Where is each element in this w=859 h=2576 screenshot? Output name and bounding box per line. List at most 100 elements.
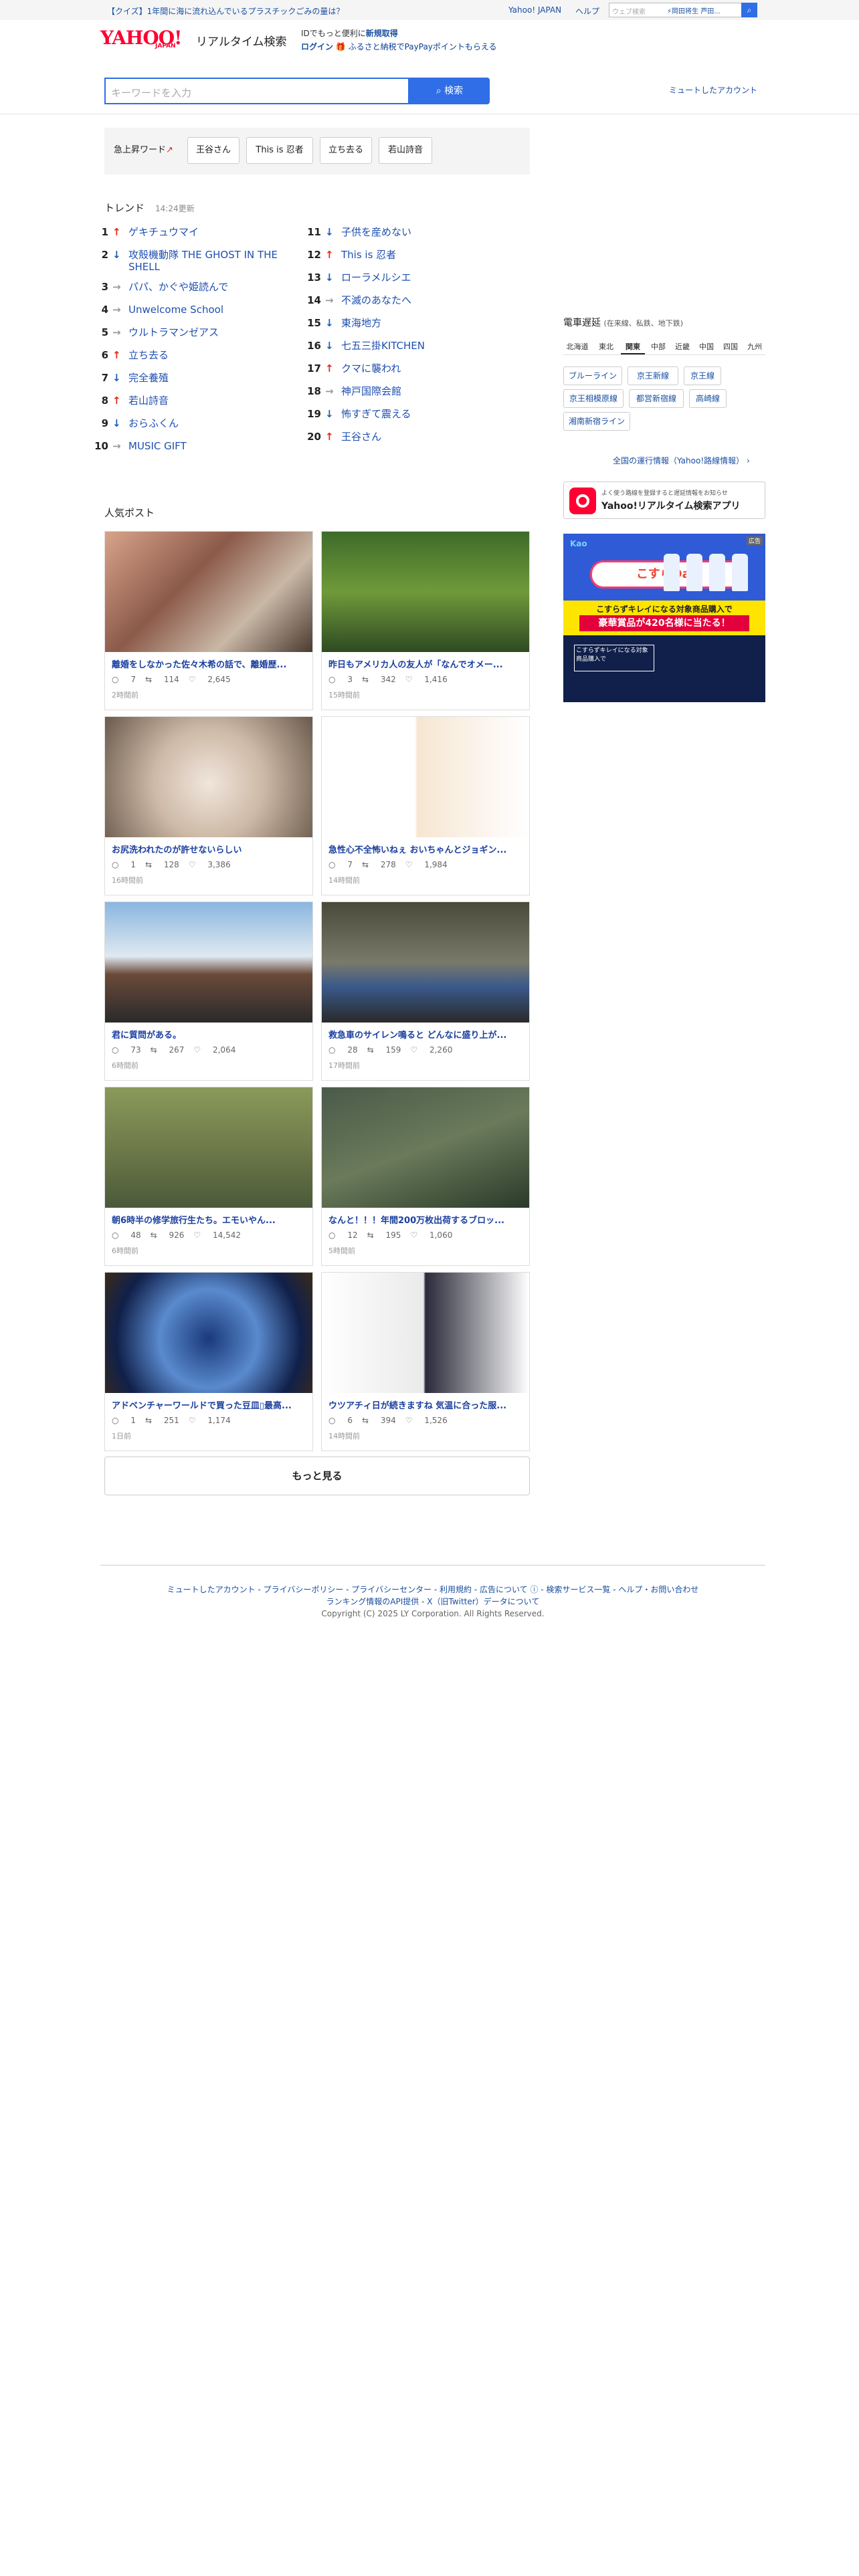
post-title[interactable]: 君に質問がある。 (112, 1028, 307, 1041)
trend-word[interactable]: 完全養殖 (128, 372, 302, 384)
trend-word[interactable]: Unwelcome School (128, 304, 302, 316)
region-tab[interactable]: 四国 (720, 340, 741, 354)
muted-accounts-link[interactable]: ミュートしたアカウント (669, 84, 757, 96)
post-title[interactable]: 急性心不全怖いねぇ おいちゃんとジョギン... (328, 843, 524, 855)
post-card[interactable]: 君に質問がある。 ○ 73 ⇆ 267 ♡ 2,064 6時間前 (104, 901, 313, 1081)
trend-word[interactable]: 攻殻機動隊 THE GHOST IN THE SHELL (128, 249, 302, 273)
reply-count[interactable]: ○ 12 (328, 1230, 358, 1240)
trend-word[interactable]: MUSIC GIFT (128, 440, 302, 452)
trend-row[interactable]: 19 ↓ 怖すぎて震える (306, 404, 514, 425)
post-image[interactable] (322, 1273, 529, 1393)
more-button[interactable]: もっと見る (104, 1457, 530, 1495)
trend-row[interactable]: 3 → パパ、かぐや姫読んで (94, 277, 301, 298)
surge-chip[interactable]: 立ち去る (320, 137, 372, 164)
post-image[interactable] (105, 1273, 312, 1393)
trend-word[interactable]: 子供を産めない (341, 226, 515, 238)
post-card[interactable]: 救急車のサイレン鳴ると どんなに盛り上が... ○ 28 ⇆ 159 ♡ 2,260 1… (321, 901, 530, 1081)
trend-row[interactable]: 7 ↓ 完全養殖 (94, 368, 301, 389)
trend-word[interactable]: 神戸国際会館 (341, 385, 515, 397)
trend-row[interactable]: 20 ↑ 王谷さん (306, 427, 514, 448)
repost-count[interactable]: ⇆ 342 (362, 675, 396, 684)
trend-word[interactable]: 東海地方 (341, 317, 515, 329)
trend-word[interactable]: 七五三掛KITCHEN (341, 340, 515, 352)
trend-word[interactable]: おらふくん (128, 417, 302, 429)
trend-word[interactable]: ローラメルシエ (341, 272, 515, 284)
delayed-line-chip[interactable]: ブルーライン (563, 366, 622, 385)
register-link[interactable]: 新規取得 (366, 29, 398, 38)
surge-chip[interactable]: 王谷さん (187, 137, 240, 164)
footer-links-row1[interactable]: ミュートしたアカウント - プライバシーポリシー - プライバシーセンター - … (100, 1584, 765, 1596)
delayed-line-chip[interactable]: 京王新線 (628, 366, 678, 385)
web-search-box[interactable]: ウェブ検索 ⚡岡田将生 芦田... ⌕ (609, 3, 757, 17)
trend-word[interactable]: This is 忍者 (341, 249, 515, 261)
trend-row[interactable]: 12 ↑ This is 忍者 (306, 245, 514, 266)
post-card[interactable]: 朝6時半の修学旅行生たち。エモいやん... ○ 48 ⇆ 926 ♡ 14,542 6時… (104, 1087, 313, 1266)
post-image[interactable] (322, 717, 529, 837)
search-button[interactable]: ⌕ 検索 (409, 78, 490, 104)
logo[interactable]: YAHOO! JAPAN リアルタイム検索 (100, 27, 294, 53)
post-image[interactable] (322, 902, 529, 1023)
region-tab[interactable]: 九州 (744, 340, 765, 354)
surge-chip[interactable]: 若山詩音 (379, 137, 432, 164)
repost-count[interactable]: ⇆ 926 (151, 1230, 185, 1240)
post-card[interactable]: 昨日もアメリカ人の友人が「なんでオメー... ○ 3 ⇆ 342 ♡ 1,416 15時… (321, 531, 530, 710)
region-tab[interactable]: 近畿 (672, 340, 693, 354)
like-count[interactable]: ♡ 1,174 (189, 1416, 231, 1425)
reply-count[interactable]: ○ 1 (112, 860, 136, 869)
post-title[interactable]: 離婚をしなかった佐々木希の話で、離婚歴... (112, 657, 307, 670)
trend-word[interactable]: ゲキチュウマイ (128, 226, 302, 238)
repost-count[interactable]: ⇆ 159 (367, 1045, 401, 1055)
post-image[interactable] (105, 717, 312, 837)
post-card[interactable]: 離婚をしなかった佐々木希の話で、離婚歴... ○ 7 ⇆ 114 ♡ 2,645 2時間… (104, 531, 313, 710)
trend-row[interactable]: 14 → 不滅のあなたへ (306, 290, 514, 312)
reply-count[interactable]: ○ 3 (328, 675, 353, 684)
post-image[interactable] (105, 902, 312, 1023)
trend-word[interactable]: 不滅のあなたへ (341, 294, 515, 306)
app-promo-banner[interactable]: よく使う路線を登録すると遅延情報をお知らせ Yahoo!リアルタイム検索アプリ (563, 481, 765, 519)
post-image[interactable] (322, 1087, 529, 1208)
post-title[interactable]: ウツアチィ日が続きますね 気温に合った服... (328, 1398, 524, 1411)
trend-row[interactable]: 18 → 神戸国際会館 (306, 381, 514, 403)
repost-count[interactable]: ⇆ 114 (145, 675, 179, 684)
like-count[interactable]: ♡ 3,386 (189, 860, 231, 869)
trend-row[interactable]: 10 → MUSIC GIFT (94, 436, 301, 457)
trend-row[interactable]: 8 ↑ 若山詩音 (94, 391, 301, 412)
delayed-line-chip[interactable]: 都営新宿線 (629, 389, 684, 408)
like-count[interactable]: ♡ 2,645 (189, 675, 231, 684)
reply-count[interactable]: ○ 1 (112, 1416, 136, 1425)
repost-count[interactable]: ⇆ 195 (367, 1230, 401, 1240)
like-count[interactable]: ♡ 14,542 (193, 1230, 241, 1240)
trend-row[interactable]: 13 ↓ ローラメルシエ (306, 267, 514, 289)
post-card[interactable]: 急性心不全怖いねぇ おいちゃんとジョギン... ○ 7 ⇆ 278 ♡ 1,984 14… (321, 716, 530, 895)
post-card[interactable]: お尻洗われたのが許せないらしい ○ 1 ⇆ 128 ♡ 3,386 16時間前 (104, 716, 313, 895)
furusato-link[interactable]: 🎁 ふるさと納税でPayPayポイントもらえる (336, 42, 497, 51)
post-title[interactable]: 昨日もアメリカ人の友人が「なんでオメー... (328, 657, 524, 670)
repost-count[interactable]: ⇆ 278 (362, 860, 396, 869)
trend-word[interactable]: パパ、かぐや姫読んで (128, 281, 302, 293)
like-count[interactable]: ♡ 1,416 (405, 675, 448, 684)
all-rail-info-link[interactable]: 全国の運行情報（Yahoo!路線情報） › (613, 455, 750, 466)
post-card[interactable]: アドベンチャーワールドで買った豆皿▯最高... ○ 1 ⇆ 251 ♡ 1,174 1日… (104, 1272, 313, 1451)
region-tab[interactable]: 北海道 (563, 340, 591, 354)
ad-banner[interactable]: Kao 広告 こすらDay こすらずキレイになる対象商品購入で 豪華賞品が420… (563, 534, 765, 702)
trend-word[interactable]: ウルトラマンゼアス (128, 326, 302, 338)
help-link[interactable]: ヘルプ (575, 5, 599, 17)
trend-row[interactable]: 2 ↓ 攻殻機動隊 THE GHOST IN THE SHELL (94, 245, 301, 273)
like-count[interactable]: ♡ 1,526 (405, 1416, 448, 1425)
trend-word[interactable]: 若山詩音 (128, 395, 302, 407)
post-card[interactable]: ウツアチィ日が続きますね 気温に合った服... ○ 6 ⇆ 394 ♡ 1,526 14… (321, 1272, 530, 1451)
post-image[interactable] (105, 1087, 312, 1208)
delayed-line-chip[interactable]: 京王相模原線 (563, 389, 624, 408)
repost-count[interactable]: ⇆ 128 (145, 860, 179, 869)
trend-row[interactable]: 16 ↓ 七五三掛KITCHEN (306, 336, 514, 357)
trend-row[interactable]: 11 ↓ 子供を産めない (306, 222, 514, 243)
post-title[interactable]: なんと！！！年間200万枚出荷するブロッ... (328, 1213, 524, 1226)
region-tab[interactable]: 中国 (696, 340, 717, 354)
trend-row[interactable]: 4 → Unwelcome School (94, 300, 301, 321)
footer-links-row2[interactable]: ランキング情報のAPI提供 - X（旧Twitter）データについて (100, 1596, 765, 1608)
like-count[interactable]: ♡ 2,064 (193, 1045, 235, 1055)
delayed-line-chip[interactable]: 京王線 (684, 366, 721, 385)
reply-count[interactable]: ○ 48 (112, 1230, 141, 1240)
region-tab[interactable]: 東北 (594, 340, 618, 354)
trend-row[interactable]: 6 ↑ 立ち去る (94, 345, 301, 366)
